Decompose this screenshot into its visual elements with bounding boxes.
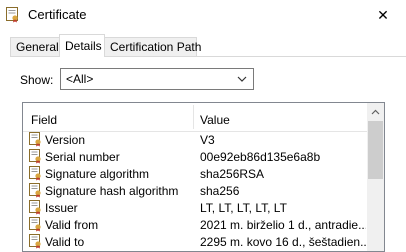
field-name: Valid to (45, 235, 85, 249)
list-row[interactable]: Valid from 2021 m. birželio 1 d., antradi… (23, 216, 368, 233)
list-row[interactable]: Issuer LT, LT, LT, LT, LT (23, 199, 368, 216)
tab-certification-path[interactable]: Certification Path (104, 37, 201, 56)
chevron-down-icon (237, 76, 247, 82)
list-header: Field Value (23, 103, 368, 132)
certificate-field-icon (29, 200, 41, 215)
certificate-icon (6, 7, 18, 23)
certificate-field-icon (29, 149, 41, 164)
field-name: Signature algorithm (45, 167, 150, 181)
show-label: Show: (20, 73, 54, 87)
certificate-field-icon (29, 166, 41, 181)
certificate-field-icon (29, 234, 41, 249)
list-row[interactable]: Signature algorithm sha256RSA (23, 165, 368, 182)
show-dropdown-value: <All> (66, 72, 94, 86)
list-rows: Version V3 Serial number 00e92eb86d135e6a8b… (23, 131, 368, 250)
tab-label: General (16, 40, 59, 54)
list-row[interactable]: Signature hash algorithm sha256 (23, 182, 368, 199)
scroll-thumb[interactable] (368, 121, 383, 179)
field-value: sha256RSA (200, 167, 265, 181)
tab-details[interactable]: Details (59, 34, 105, 57)
tab-label: Details (65, 39, 102, 53)
field-name: Issuer (45, 201, 78, 215)
list-row[interactable]: Version V3 (23, 131, 368, 148)
field-name: Serial number (45, 150, 120, 164)
field-value: V3 (200, 133, 215, 147)
fields-list[interactable]: Field Value Version V3 Serial number 00e92e… (22, 102, 385, 252)
field-value: 00e92eb86d135e6a8b (200, 150, 321, 164)
list-row[interactable]: Serial number 00e92eb86d135e6a8b (23, 148, 368, 165)
certificate-field-icon (29, 217, 41, 232)
vertical-scrollbar[interactable] (367, 103, 384, 251)
title-bar: Certificate ✕ (0, 0, 406, 30)
field-name: Signature hash algorithm (45, 184, 179, 198)
chevron-up-icon (371, 109, 380, 114)
field-value: 2021 m. birželio 1 d., antradie... (200, 218, 366, 232)
field-value: LT, LT, LT, LT, LT (200, 201, 287, 215)
field-name: Valid from (45, 218, 99, 232)
list-row[interactable]: Valid to 2295 m. kovo 16 d., šeštadien... (23, 233, 368, 250)
field-value: sha256 (200, 184, 240, 198)
column-header-field[interactable]: Field (31, 113, 57, 127)
certificate-field-icon (29, 183, 41, 198)
column-header-value[interactable]: Value (200, 113, 230, 127)
close-icon: ✕ (377, 6, 389, 23)
show-dropdown[interactable]: <All> (60, 68, 254, 90)
scroll-up-button[interactable] (367, 103, 384, 120)
tab-general[interactable]: General (10, 37, 60, 56)
field-value: 2295 m. kovo 16 d., šeštadien... (200, 235, 366, 249)
window-title: Certificate (28, 7, 87, 22)
tab-label: Certification Path (110, 40, 202, 54)
close-button[interactable]: ✕ (360, 0, 406, 30)
certificate-field-icon (29, 132, 41, 147)
column-divider[interactable] (193, 105, 194, 129)
field-name: Version (45, 133, 86, 147)
